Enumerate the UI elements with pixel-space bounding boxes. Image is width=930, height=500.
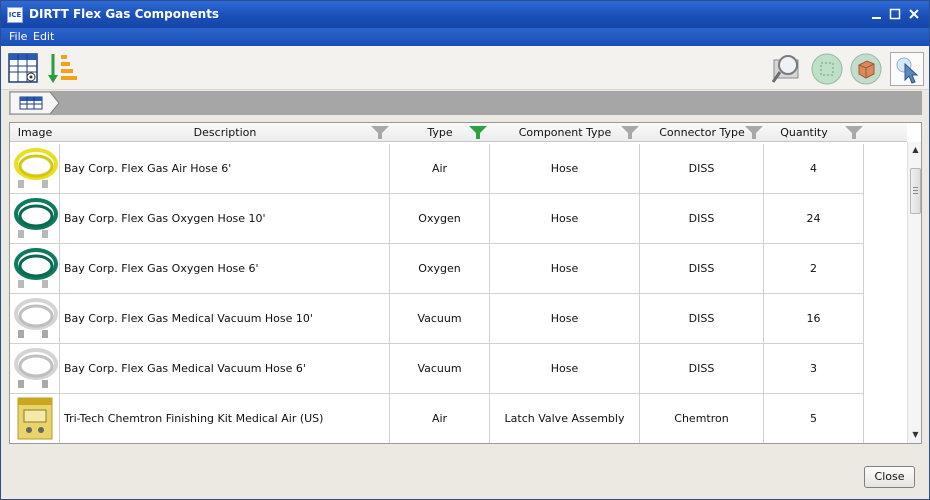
table-row[interactable]: Bay Corp. Flex Gas Medical Vacuum Hose 6… [10, 344, 864, 394]
type-cell: Oxygen [390, 244, 490, 293]
yellow-hose-image [14, 148, 58, 188]
pointer-select-icon [896, 57, 919, 84]
white-hose-image [14, 348, 58, 388]
grip-line [913, 187, 918, 188]
type-cell: Vacuum [390, 294, 490, 343]
image-cell [10, 394, 60, 443]
green-hose-image [14, 198, 58, 238]
minimize-button[interactable] [869, 6, 885, 22]
filter-description-icon[interactable] [371, 126, 389, 139]
filter-quantity-icon[interactable] [845, 126, 863, 139]
description-cell: Bay Corp. Flex Gas Oxygen Hose 6' [60, 244, 390, 293]
image-cell [10, 194, 60, 243]
table-view-button[interactable] [7, 51, 41, 85]
quantity-cell: 24 [764, 194, 864, 243]
table-row[interactable]: Bay Corp. Flex Gas Air Hose 6' Air Hose … [10, 144, 864, 194]
image-cell [10, 144, 60, 193]
grip-line [913, 190, 918, 191]
menu-edit[interactable]: Edit [33, 30, 54, 43]
component-type-cell: Hose [490, 294, 640, 343]
description-cell: Tri-Tech Chemtron Finishing Kit Medical … [60, 394, 390, 443]
pointer-select-button[interactable] [890, 52, 924, 86]
white-hose-image [14, 298, 58, 338]
sort-order-icon [48, 54, 77, 83]
quantity-cell: 3 [764, 344, 864, 393]
type-cell: Air [390, 394, 490, 443]
table-header: Image Description Type Component Type Co… [10, 123, 907, 142]
menu-file[interactable]: File [9, 30, 27, 43]
connector-type-cell: DISS [640, 294, 764, 343]
grip-line [913, 193, 918, 194]
component-type-cell: Latch Valve Assembly [490, 394, 640, 443]
component-type-cell: Hose [490, 144, 640, 193]
components-table: Image Description Type Component Type Co… [9, 122, 922, 444]
select-area-button[interactable] [810, 52, 844, 86]
image-cell [10, 244, 60, 293]
quantity-cell: 5 [764, 394, 864, 443]
filter-type-active-icon[interactable] [469, 126, 487, 139]
column-header-image[interactable]: Image [10, 123, 60, 142]
menu-bar: File Edit [1, 28, 929, 46]
table-row[interactable]: Bay Corp. Flex Gas Medical Vacuum Hose 1… [10, 294, 864, 344]
component-type-cell: Hose [490, 194, 640, 243]
table-row[interactable]: Bay Corp. Flex Gas Oxygen Hose 10' Oxyge… [10, 194, 864, 244]
quantity-cell: 2 [764, 244, 864, 293]
filter-connector-type-icon[interactable] [745, 126, 763, 139]
zoom-search-icon [771, 55, 799, 83]
scrollbar-thumb[interactable] [910, 168, 921, 214]
quantity-cell: 4 [764, 144, 864, 193]
type-cell: Air [390, 144, 490, 193]
table-row[interactable]: Tri-Tech Chemtron Finishing Kit Medical … [10, 394, 864, 443]
component-type-cell: Hose [490, 344, 640, 393]
medical-air-kit-image [17, 397, 53, 440]
window-title: DIRTT Flex Gas Components [29, 7, 220, 21]
vertical-scrollbar[interactable]: ▲ ▼ [907, 142, 921, 443]
close-window-button[interactable] [906, 6, 922, 22]
breadcrumb-table-item[interactable] [9, 91, 60, 115]
connector-type-cell: DISS [640, 194, 764, 243]
close-icon [909, 9, 919, 19]
column-header-component-type[interactable]: Component Type [490, 123, 640, 142]
quantity-cell: 16 [764, 294, 864, 343]
description-cell: Bay Corp. Flex Gas Medical Vacuum Hose 1… [60, 294, 390, 343]
component-type-cell: Hose [490, 244, 640, 293]
connector-type-cell: DISS [640, 344, 764, 393]
3d-box-button[interactable] [849, 52, 883, 86]
connector-type-cell: Chemtron [640, 394, 764, 443]
image-cell [10, 294, 60, 343]
column-header-quantity[interactable]: Quantity [764, 123, 844, 142]
app-icon: ICE [7, 7, 23, 23]
description-cell: Bay Corp. Flex Gas Medical Vacuum Hose 6… [60, 344, 390, 393]
toolbar [1, 46, 929, 90]
description-cell: Bay Corp. Flex Gas Oxygen Hose 10' [60, 194, 390, 243]
type-cell: Oxygen [390, 194, 490, 243]
connector-type-cell: DISS [640, 244, 764, 293]
close-button[interactable]: Close [864, 466, 915, 488]
title-bar[interactable]: ICE DIRTT Flex Gas Components [1, 1, 929, 28]
image-cell [10, 344, 60, 393]
scroll-up-arrow-icon[interactable]: ▲ [908, 143, 921, 157]
column-header-description[interactable]: Description [60, 123, 390, 142]
maximize-icon [889, 8, 901, 20]
maximize-button[interactable] [887, 6, 903, 22]
zoom-search-button[interactable] [771, 52, 805, 86]
select-area-icon [811, 53, 843, 85]
table-row[interactable]: Bay Corp. Flex Gas Oxygen Hose 6' Oxygen… [10, 244, 864, 294]
table-grid-icon [9, 91, 60, 115]
minimize-icon [872, 17, 881, 19]
table-view-icon [8, 53, 38, 83]
3d-box-icon [850, 53, 882, 85]
type-cell: Vacuum [390, 344, 490, 393]
breadcrumb [9, 91, 922, 115]
description-cell: Bay Corp. Flex Gas Air Hose 6' [60, 144, 390, 193]
scroll-down-arrow-icon[interactable]: ▼ [908, 428, 921, 442]
filter-component-type-icon[interactable] [621, 126, 639, 139]
sort-button[interactable] [47, 51, 81, 85]
connector-type-cell: DISS [640, 144, 764, 193]
green-hose-image [14, 248, 58, 288]
application-window: ICE DIRTT Flex Gas Components File Edit [0, 0, 930, 500]
